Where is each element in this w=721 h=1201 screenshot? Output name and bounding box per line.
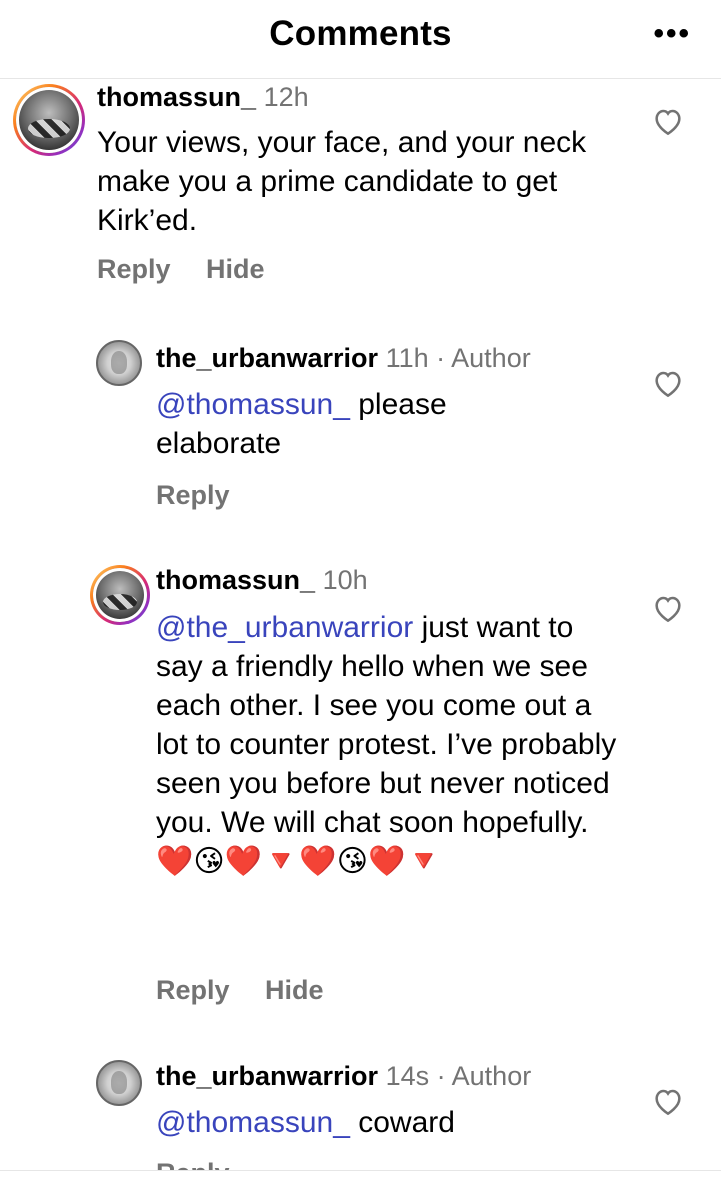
comment-text: @the_urbanwarrior just want to say a fri…	[156, 608, 626, 881]
username[interactable]: the_urbanwarrior	[156, 1061, 378, 1091]
timestamp: 14s	[385, 1061, 430, 1091]
comment-meta: the_urbanwarrior 11h · Author	[156, 343, 531, 374]
timestamp: 10h	[322, 565, 368, 595]
avatar[interactable]	[96, 1060, 142, 1106]
comment-text: Your views, your face, and your neck mak…	[97, 123, 637, 240]
mention-link[interactable]: @thomassun_	[156, 1106, 350, 1139]
heart-outline-icon[interactable]	[652, 368, 684, 398]
author-badge: Author	[451, 1061, 532, 1091]
comment-actions: Reply Hide	[97, 254, 293, 285]
avatar[interactable]	[90, 565, 150, 625]
separator: ·	[436, 1061, 446, 1091]
comment-meta: the_urbanwarrior 14s · Author	[156, 1061, 531, 1092]
author-badge: Author	[451, 343, 531, 373]
emoji-reactions: ❤️😘❤️🔻❤️😘❤️🔻	[156, 845, 443, 878]
username[interactable]: thomassun_	[156, 565, 315, 595]
hide-button[interactable]: Hide	[206, 254, 265, 284]
reply-button[interactable]: Reply	[97, 254, 171, 284]
separator: ·	[436, 343, 446, 373]
avatar[interactable]	[13, 84, 85, 156]
comment-actions: Reply	[156, 480, 258, 511]
comments-header: Comments •••	[0, 0, 721, 79]
timestamp: 12h	[263, 82, 309, 112]
comment-actions: Reply Hide	[156, 975, 352, 1006]
comment-meta: thomassun_ 12h	[97, 82, 309, 113]
comment-body: coward	[349, 1106, 455, 1139]
comment-text: @thomassun_ please elaborate	[156, 385, 486, 463]
page-title: Comments	[269, 14, 452, 53]
reply-button[interactable]: Reply	[156, 975, 230, 1005]
mention-link[interactable]: @thomassun_	[156, 388, 350, 421]
comment-body: just want to say a friendly hello when w…	[156, 611, 617, 839]
username[interactable]: the_urbanwarrior	[156, 343, 378, 373]
comment-body: Your views, your face, and your neck mak…	[97, 126, 587, 237]
reply-button[interactable]: Reply	[156, 480, 230, 510]
mention-link[interactable]: @the_urbanwarrior	[156, 611, 413, 644]
hide-button[interactable]: Hide	[265, 975, 324, 1005]
more-options-icon[interactable]: •••	[653, 19, 691, 49]
bottom-divider	[0, 1170, 721, 1201]
heart-outline-icon[interactable]	[652, 106, 684, 136]
comment-meta: thomassun_ 10h	[156, 565, 368, 596]
timestamp: 11h	[385, 343, 429, 373]
heart-outline-icon[interactable]	[652, 593, 684, 623]
username[interactable]: thomassun_	[97, 82, 256, 112]
comment-text: @thomassun_ coward	[156, 1103, 626, 1142]
avatar[interactable]	[96, 340, 142, 386]
heart-outline-icon[interactable]	[652, 1086, 684, 1116]
